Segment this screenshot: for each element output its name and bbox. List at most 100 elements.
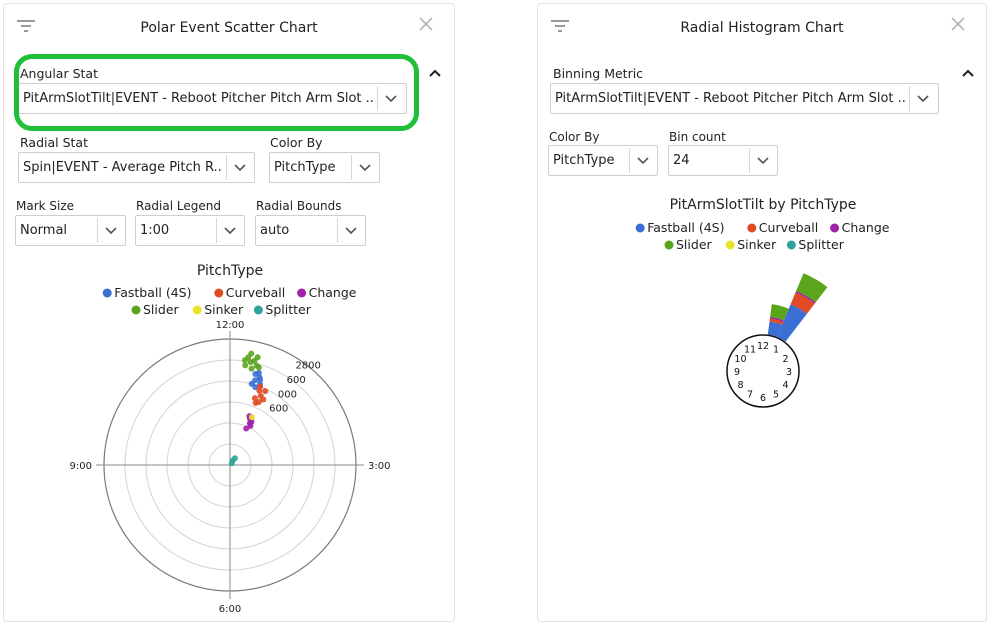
radial-bounds-select[interactable]: auto bbox=[255, 215, 366, 246]
legend-entry: Slider bbox=[143, 302, 180, 317]
hour-label: 5 bbox=[773, 390, 779, 401]
legend-swatch bbox=[297, 288, 307, 298]
legend-entry: Change bbox=[842, 220, 890, 235]
color-by-label: Color By bbox=[270, 135, 323, 150]
color-by-select[interactable]: PitchType bbox=[548, 145, 658, 176]
legend-swatch bbox=[253, 305, 263, 315]
chevron-down-icon[interactable] bbox=[636, 156, 650, 166]
legend-entry: Splitter bbox=[265, 302, 311, 317]
radial-stat-label: Radial Stat bbox=[20, 135, 88, 150]
legend-swatch bbox=[131, 305, 141, 315]
scatter-point-change bbox=[243, 425, 250, 432]
bin-count-value: 24 bbox=[673, 153, 690, 168]
panel-title: Polar Event Scatter Chart bbox=[140, 20, 318, 36]
color-by-value: PitchType bbox=[553, 153, 615, 168]
radial-tick-label: 2800 bbox=[295, 361, 320, 372]
hour-label: 1 bbox=[773, 344, 779, 355]
scatter-point-slider bbox=[248, 365, 255, 372]
radial-bounds-label: Radial Bounds bbox=[256, 199, 342, 213]
scatter-point-fastball-4s- bbox=[252, 370, 259, 377]
legend-entry: Curveball bbox=[226, 285, 285, 300]
scatter-point-slider bbox=[254, 354, 261, 361]
chevron-down-icon[interactable] bbox=[233, 163, 247, 173]
angle-label-9: 9:00 bbox=[70, 461, 92, 472]
radial-legend-value: 1:00 bbox=[140, 223, 170, 238]
legend-swatch bbox=[102, 288, 112, 298]
legend-swatch bbox=[192, 305, 202, 315]
angle-label-12: 12:00 bbox=[216, 320, 245, 331]
color-by-value: PitchType bbox=[274, 160, 336, 175]
hour-label: 8 bbox=[737, 380, 743, 391]
hour-label: 3 bbox=[786, 367, 792, 378]
legend-swatch bbox=[830, 223, 840, 233]
radial-bounds-value: auto bbox=[260, 223, 290, 238]
legend-swatch bbox=[786, 240, 796, 250]
hour-label: 10 bbox=[734, 354, 746, 365]
scatter-point-slider bbox=[241, 357, 248, 364]
radial-legend-select[interactable]: 1:00 bbox=[135, 215, 245, 246]
scatter-point-curveball bbox=[262, 388, 269, 395]
hour-label: 11 bbox=[744, 344, 756, 355]
mark-size-value: Normal bbox=[20, 223, 68, 238]
hour-label: 4 bbox=[782, 380, 788, 391]
legend-swatch bbox=[664, 240, 674, 250]
legend-entry: Fastball (4S) bbox=[114, 285, 191, 300]
chart-title: PitArmSlotTilt by PitchType bbox=[670, 197, 857, 213]
legend-entry: Sinker bbox=[204, 302, 244, 317]
legend-entry: Splitter bbox=[798, 237, 844, 252]
collapse-icon[interactable] bbox=[428, 68, 442, 78]
mark-size-label: Mark Size bbox=[16, 199, 75, 213]
chevron-down-icon[interactable] bbox=[104, 226, 118, 236]
radial-tick-label: 000 bbox=[278, 389, 297, 400]
legend-entry: Slider bbox=[676, 237, 713, 252]
scatter-point-splitter bbox=[228, 460, 235, 467]
binning-metric-label: Binning Metric bbox=[553, 66, 644, 81]
collapse-icon[interactable] bbox=[961, 68, 975, 78]
color-by-select[interactable]: PitchType bbox=[269, 152, 380, 183]
chevron-down-icon[interactable] bbox=[344, 226, 358, 236]
scatter-point-curveball bbox=[255, 398, 262, 405]
bin-count-label: Bin count bbox=[669, 130, 726, 144]
scatter-point-slider bbox=[255, 364, 262, 371]
close-icon[interactable] bbox=[950, 16, 966, 32]
radial-tick-label: 600 bbox=[269, 404, 288, 415]
legend-swatch bbox=[635, 223, 645, 233]
hour-label: 6 bbox=[760, 393, 766, 404]
binning-metric-value: PitArmSlotTilt|EVENT - Reboot Pitcher Pi… bbox=[555, 91, 907, 106]
legend-swatch bbox=[725, 240, 735, 250]
binning-metric-select[interactable]: PitArmSlotTilt|EVENT - Reboot Pitcher Pi… bbox=[550, 83, 939, 114]
polar-scatter-panel: Polar Event Scatter Chart Angular Stat P… bbox=[3, 3, 455, 622]
radial-stat-select[interactable]: Spin|EVENT - Average Pitch R... bbox=[18, 152, 255, 183]
radial-stat-value: Spin|EVENT - Average Pitch R... bbox=[23, 160, 223, 175]
radial-legend-label: Radial Legend bbox=[136, 199, 221, 213]
chevron-down-icon[interactable] bbox=[916, 94, 930, 104]
legend-entry: Curveball bbox=[759, 220, 818, 235]
scatter-point-sinker bbox=[248, 414, 255, 421]
chevron-down-icon[interactable] bbox=[756, 156, 770, 166]
radial-tick-label: 600 bbox=[287, 375, 306, 386]
chart-title: PitchType bbox=[197, 263, 263, 279]
legend-swatch bbox=[214, 288, 224, 298]
legend-entry: Sinker bbox=[737, 237, 777, 252]
close-icon[interactable] bbox=[418, 16, 434, 32]
legend-entry: Change bbox=[309, 285, 357, 300]
hour-label: 9 bbox=[734, 367, 740, 378]
hour-label: 12 bbox=[757, 341, 769, 352]
panel-title: Radial Histogram Chart bbox=[680, 20, 844, 36]
legend-entry: Fastball (4S) bbox=[647, 220, 724, 235]
mark-size-select[interactable]: Normal bbox=[15, 215, 126, 246]
angular-stat-highlight bbox=[14, 54, 419, 131]
radial-histogram-chart: PitArmSlotTilt by PitchType Fastball (4S)… bbox=[635, 197, 890, 408]
angle-label-3: 3:00 bbox=[368, 461, 390, 472]
angle-label-6: 6:00 bbox=[219, 604, 241, 615]
hour-label: 7 bbox=[747, 390, 753, 401]
hour-label: 2 bbox=[782, 354, 788, 365]
scatter-point-curveball bbox=[257, 383, 264, 390]
bin-count-select[interactable]: 24 bbox=[668, 145, 778, 176]
scatter-point-slider bbox=[248, 350, 255, 357]
chevron-down-icon[interactable] bbox=[358, 163, 372, 173]
legend-swatch bbox=[747, 223, 757, 233]
color-by-label: Color By bbox=[549, 130, 600, 144]
radial-histogram-panel: Radial Histogram Chart Binning Metric Pi… bbox=[537, 3, 987, 622]
chevron-down-icon[interactable] bbox=[223, 226, 237, 236]
